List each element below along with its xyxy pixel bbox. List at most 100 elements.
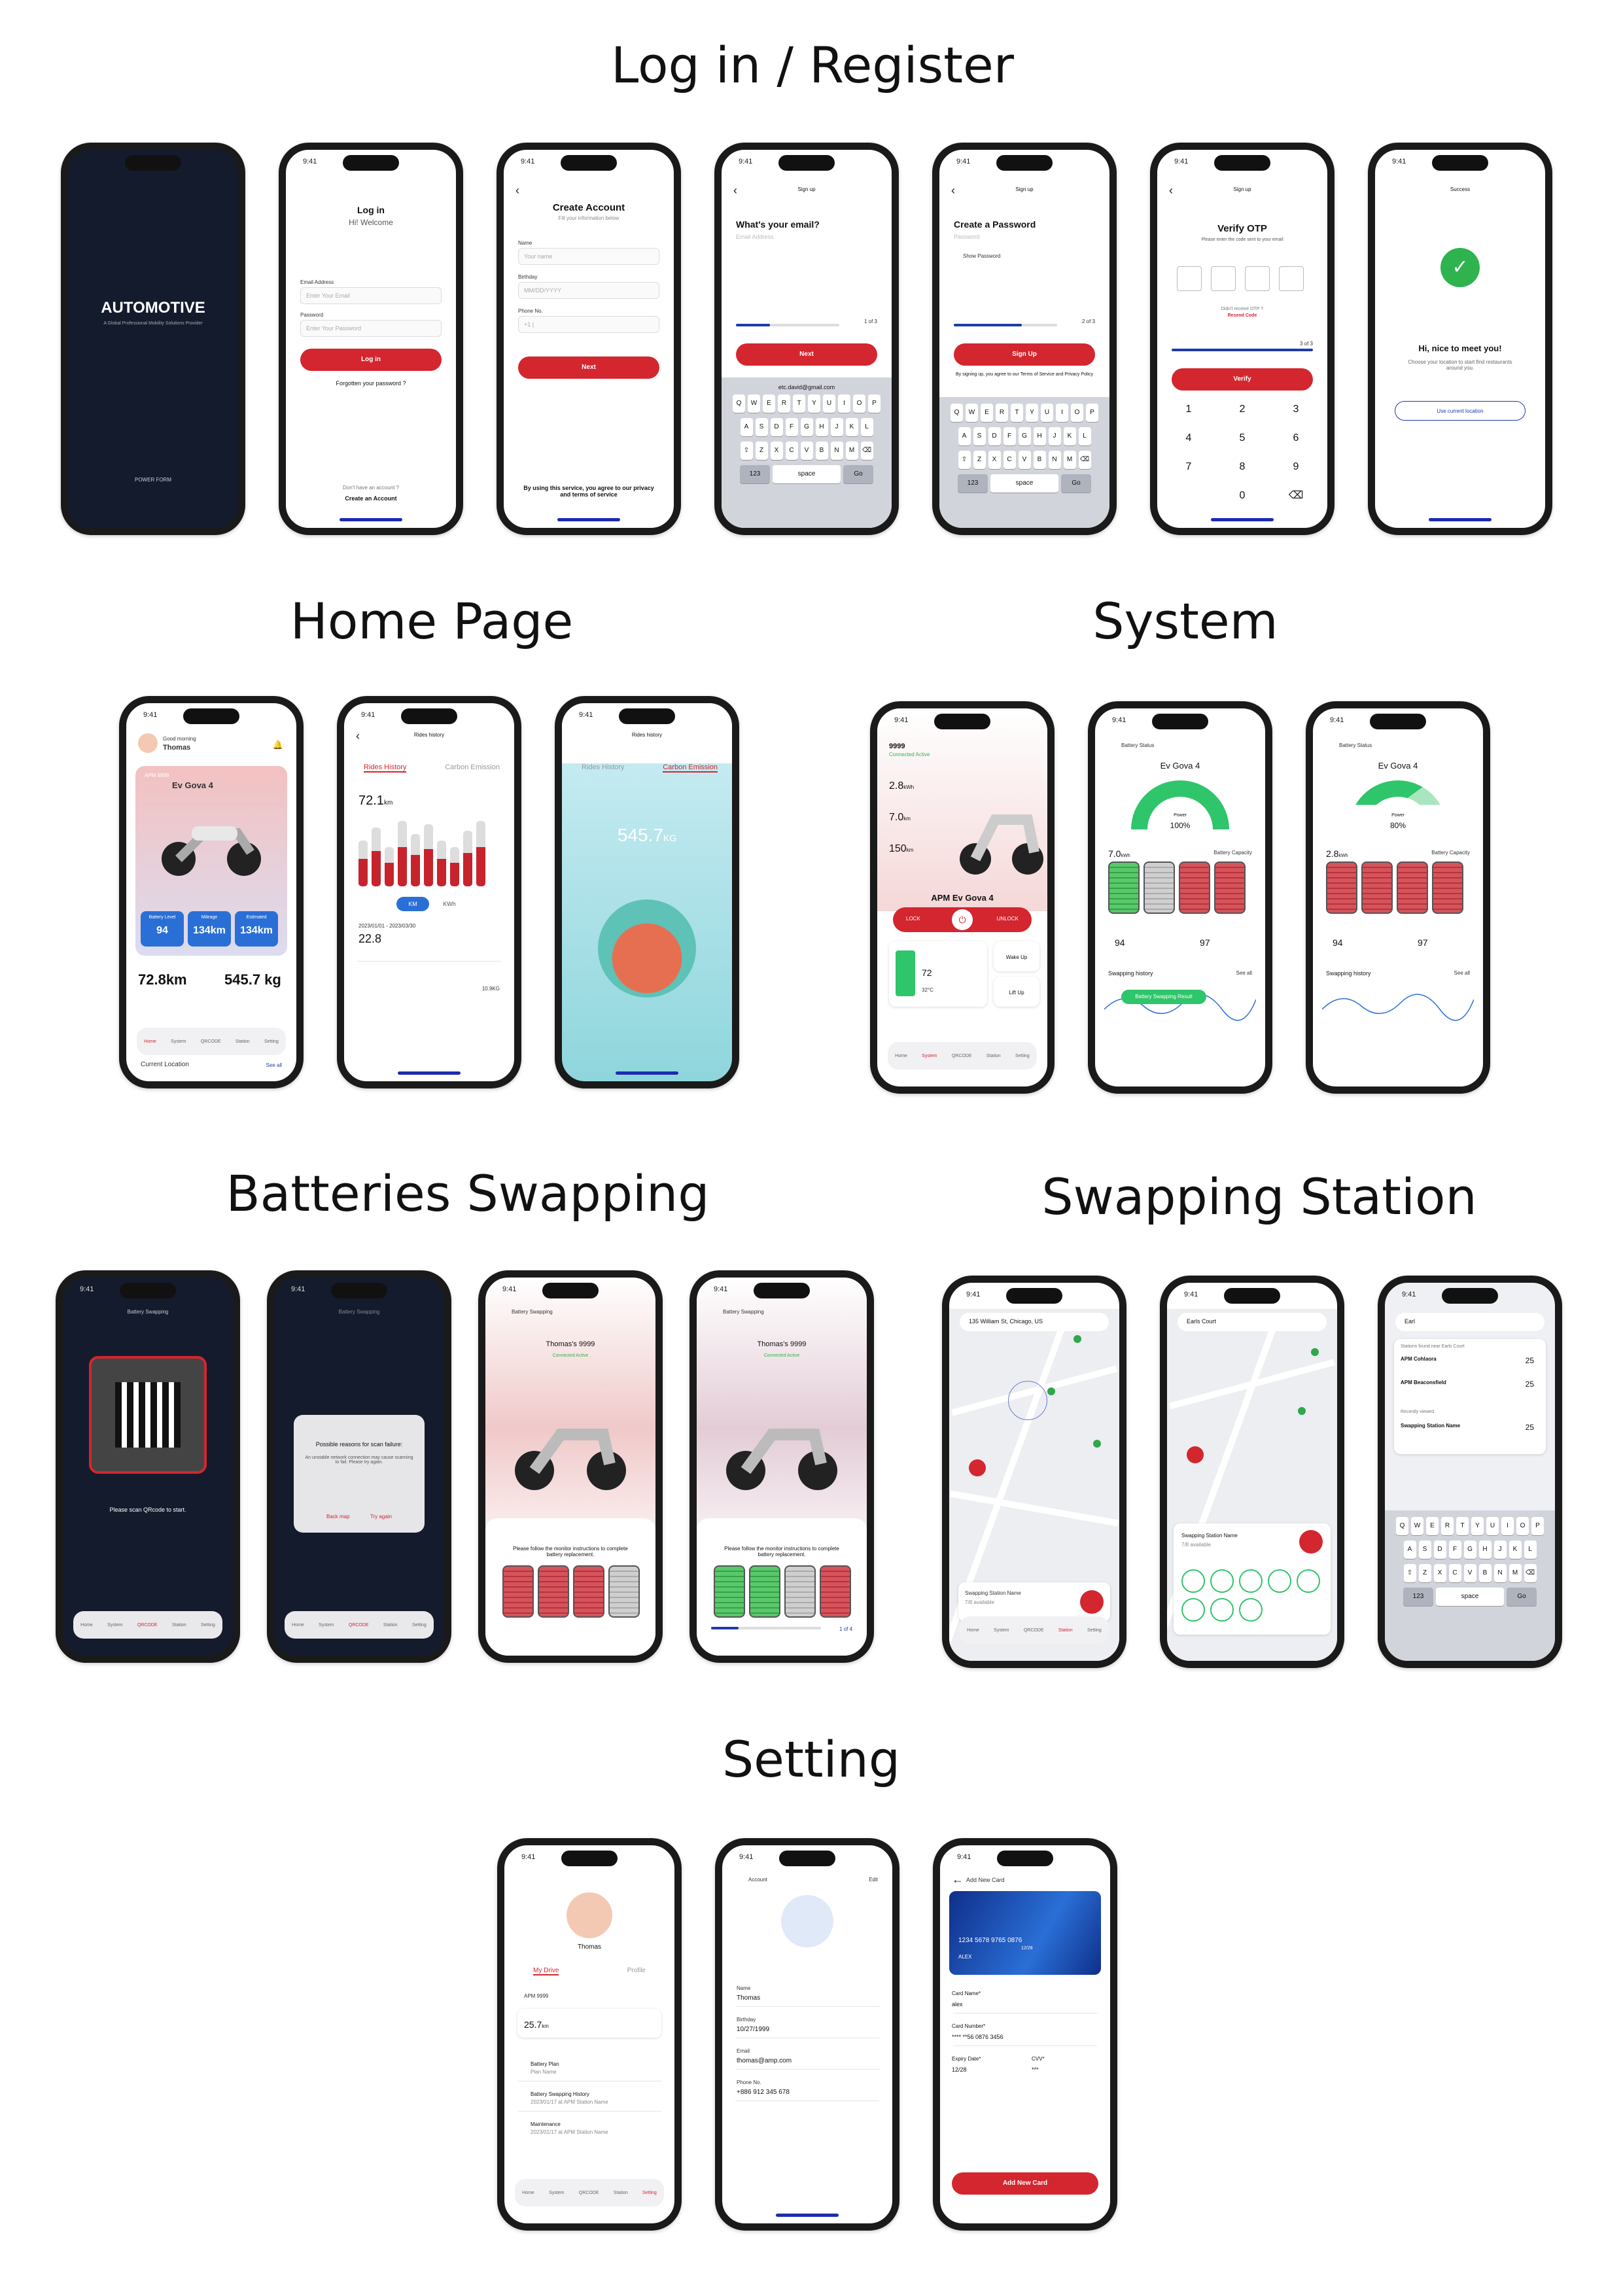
- key[interactable]: L: [1524, 1540, 1537, 1559]
- tab-my-drive[interactable]: My Drive: [533, 1967, 559, 1975]
- tab-system[interactable]: System: [549, 2191, 564, 2195]
- key[interactable]: O: [1071, 404, 1083, 422]
- email-value[interactable]: thomas@amp.com: [737, 2057, 792, 2064]
- key[interactable]: F: [1003, 427, 1016, 445]
- station-pin[interactable]: [1311, 1348, 1319, 1356]
- shift-key[interactable]: ⇧: [740, 442, 753, 460]
- key[interactable]: J: [830, 418, 843, 436]
- go-key[interactable]: Go: [1061, 474, 1091, 493]
- keyboard-row-4[interactable]: 123 space Go: [725, 465, 888, 483]
- card-number-field[interactable]: **** **56 0876 3456: [952, 2034, 1003, 2040]
- key[interactable]: G: [1018, 427, 1031, 445]
- key[interactable]: K: [1063, 427, 1076, 445]
- key[interactable]: S: [755, 418, 768, 436]
- key[interactable]: R: [778, 394, 790, 413]
- key[interactable]: N: [1048, 451, 1061, 469]
- tab-home[interactable]: Home: [144, 1039, 156, 1044]
- key[interactable]: O: [1516, 1517, 1529, 1535]
- numbers-key[interactable]: 123: [1403, 1588, 1433, 1606]
- see-all-link[interactable]: See all: [266, 1062, 282, 1068]
- shift-key[interactable]: ⇧: [1403, 1564, 1416, 1582]
- selected-station-pin[interactable]: [1187, 1446, 1204, 1463]
- vehicle-plate[interactable]: APM 9999: [524, 1993, 548, 1999]
- tab-carbon-emission[interactable]: Carbon Emission: [663, 763, 718, 773]
- tab-qrcode[interactable]: QRCODE: [349, 1623, 369, 1627]
- key[interactable]: G: [1463, 1540, 1476, 1559]
- tab-setting[interactable]: Setting: [264, 1039, 279, 1044]
- station-detail-card[interactable]: Swapping Station Name 7/8 available: [1174, 1523, 1331, 1635]
- tab-bar[interactable]: Home System QRCODE Station Setting: [137, 1028, 286, 1055]
- email-suggestion[interactable]: etc.david@gmail.com: [725, 384, 888, 391]
- selected-station-pin[interactable]: [969, 1459, 986, 1476]
- create-account-link[interactable]: Create an Account: [286, 495, 456, 502]
- key[interactable]: S: [1418, 1540, 1431, 1559]
- key[interactable]: M: [1063, 451, 1076, 469]
- key[interactable]: W: [748, 394, 760, 413]
- keyboard-row-2[interactable]: ASDFGHJKL: [725, 418, 888, 436]
- tab-home[interactable]: Home: [292, 1623, 304, 1627]
- back-icon[interactable]: ‹: [515, 184, 519, 198]
- phone-value[interactable]: +886 912 345 678: [737, 2089, 790, 2096]
- tab-rides-history[interactable]: Rides History: [582, 763, 624, 771]
- key[interactable]: A: [740, 418, 753, 436]
- avatar[interactable]: [567, 1892, 612, 1938]
- login-button[interactable]: Log in: [300, 349, 442, 371]
- station-card[interactable]: Swapping Station Name 7/8 available: [958, 1582, 1110, 1622]
- key[interactable]: C: [1448, 1564, 1461, 1582]
- tab-bar[interactable]: Home System QRCODE Station Setting: [73, 1611, 222, 1639]
- numpad-key[interactable]: 3: [1271, 397, 1321, 422]
- key[interactable]: V: [1018, 451, 1031, 469]
- otp-digit-2[interactable]: [1211, 266, 1236, 291]
- key[interactable]: Q: [1396, 1517, 1408, 1535]
- use-location-button[interactable]: Use current location: [1395, 401, 1526, 421]
- key[interactable]: X: [770, 442, 783, 460]
- search-input[interactable]: Earl: [1395, 1313, 1544, 1331]
- expiry-field[interactable]: 12/28: [952, 2066, 967, 2073]
- go-key[interactable]: Go: [843, 465, 873, 483]
- numpad[interactable]: 1 2 3 4 5 6 7 8 9 0 ⌫: [1164, 397, 1321, 508]
- key[interactable]: C: [1003, 451, 1016, 469]
- key[interactable]: Y: [808, 394, 820, 413]
- navigate-icon[interactable]: [1299, 1530, 1323, 1554]
- go-key[interactable]: Go: [1507, 1588, 1537, 1606]
- otp-digit-4[interactable]: [1279, 266, 1304, 291]
- key[interactable]: K: [1509, 1540, 1522, 1559]
- tab-home[interactable]: Home: [895, 1054, 907, 1058]
- numpad-key[interactable]: 8: [1217, 455, 1267, 479]
- back-icon[interactable]: ‹: [733, 184, 737, 198]
- avatar[interactable]: [138, 733, 158, 753]
- key[interactable]: E: [1426, 1517, 1439, 1535]
- key[interactable]: H: [1033, 427, 1046, 445]
- keyboard[interactable]: QWERTYUIOP ASDFGHJKL ⇧ Z X C V B N M ⌫ 123 space G…: [1385, 1510, 1555, 1661]
- result-name[interactable]: APM Beaconsfield: [1401, 1380, 1446, 1385]
- space-key[interactable]: space: [1436, 1588, 1504, 1606]
- next-button[interactable]: Next: [736, 343, 877, 366]
- tab-system[interactable]: System: [319, 1623, 334, 1627]
- edit-button[interactable]: Edit: [869, 1877, 878, 1883]
- key[interactable]: R: [996, 404, 1008, 422]
- result-name[interactable]: APM Cohlaora: [1401, 1356, 1437, 1362]
- tab-station[interactable]: Station: [236, 1039, 250, 1044]
- backspace-key[interactable]: ⌫: [1524, 1564, 1537, 1582]
- name-field[interactable]: Your name: [518, 248, 659, 265]
- key[interactable]: Z: [973, 451, 986, 469]
- numbers-key[interactable]: 123: [740, 465, 770, 483]
- back-icon[interactable]: ‹: [356, 729, 360, 743]
- numpad-key[interactable]: 7: [1164, 455, 1213, 479]
- tab-carbon-emission[interactable]: Carbon Emission: [445, 763, 500, 771]
- key[interactable]: I: [1056, 404, 1068, 422]
- lift-up-button[interactable]: Lift Up: [994, 977, 1039, 1007]
- numpad-key[interactable]: 5: [1217, 426, 1267, 451]
- space-key[interactable]: space: [990, 474, 1058, 493]
- key[interactable]: A: [958, 427, 971, 445]
- key[interactable]: B: [815, 442, 828, 460]
- key[interactable]: E: [763, 394, 775, 413]
- try-again-button[interactable]: Try again: [370, 1514, 392, 1520]
- search-input[interactable]: 135 William St, Chicago, US: [960, 1313, 1109, 1331]
- avatar-placeholder[interactable]: [781, 1895, 833, 1947]
- tab-home[interactable]: Home: [967, 1628, 979, 1633]
- add-card-button[interactable]: Add New Card: [952, 2172, 1098, 2195]
- cvv-field[interactable]: ***: [1032, 2066, 1039, 2073]
- key[interactable]: R: [1441, 1517, 1454, 1535]
- tab-qrcode[interactable]: QRCODE: [579, 2191, 599, 2195]
